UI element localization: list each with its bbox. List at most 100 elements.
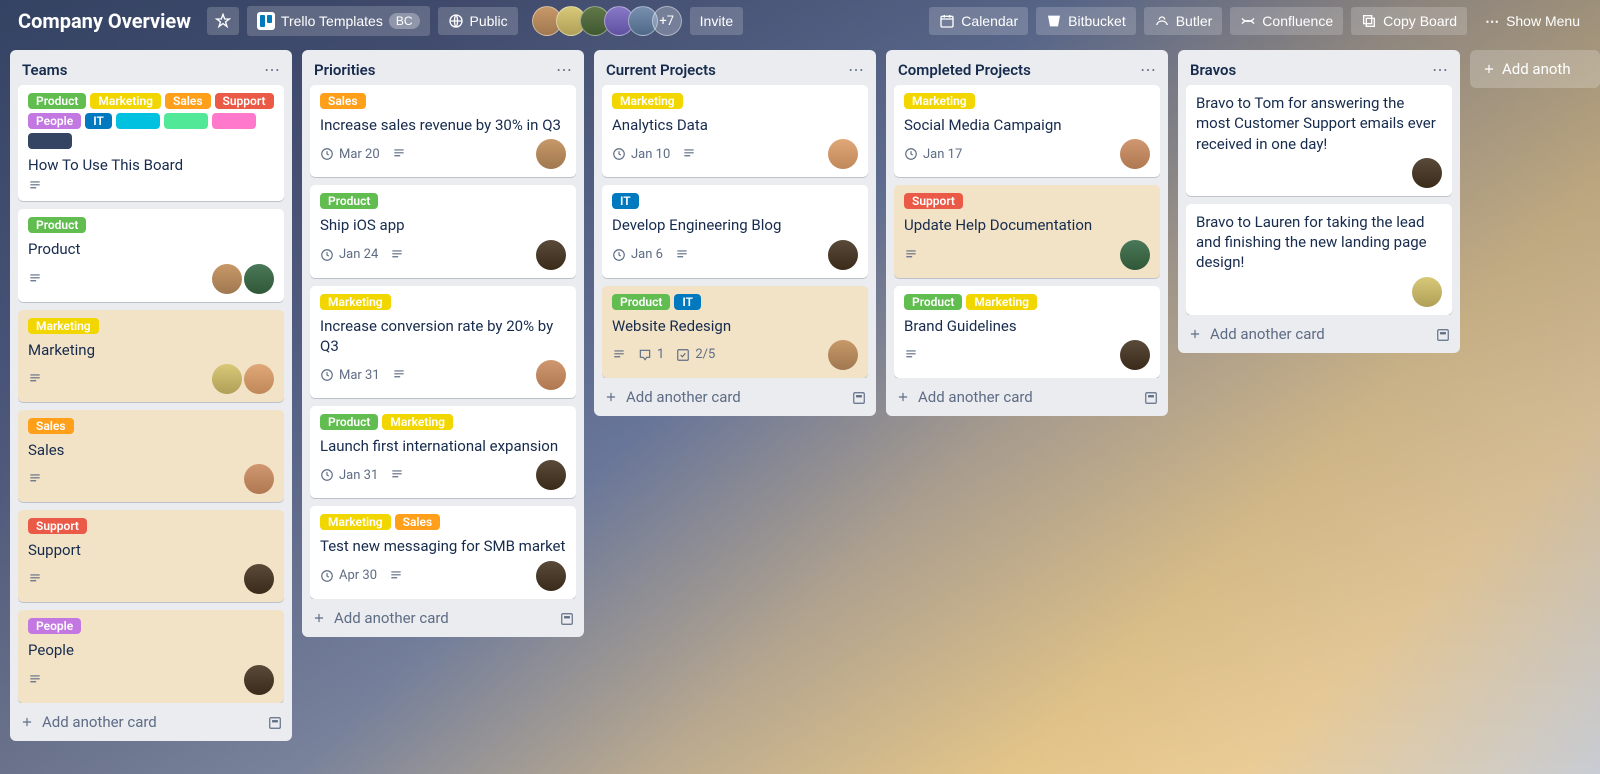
- label[interactable]: Sales: [28, 418, 74, 434]
- label[interactable]: Sales: [165, 93, 211, 109]
- list-title[interactable]: Priorities: [314, 61, 375, 79]
- label[interactable]: Support: [904, 193, 963, 209]
- member-avatar[interactable]: [536, 360, 566, 390]
- card[interactable]: Sales Increase sales revenue by 30% in Q…: [310, 85, 576, 177]
- label[interactable]: Product: [320, 193, 378, 209]
- member-avatar[interactable]: [244, 564, 274, 594]
- member-avatar[interactable]: [1412, 277, 1442, 307]
- card-template-button[interactable]: [268, 713, 282, 731]
- add-card-button[interactable]: Add another card: [1178, 315, 1460, 353]
- add-list-button[interactable]: Add anoth: [1470, 50, 1600, 88]
- member-avatar[interactable]: [244, 464, 274, 494]
- member-avatar[interactable]: [828, 340, 858, 370]
- board-canvas[interactable]: Teams ⋯ ProductMarketingSalesSupportPeop…: [0, 42, 1600, 774]
- label[interactable]: Marketing: [320, 294, 391, 310]
- list-title[interactable]: Completed Projects: [898, 61, 1031, 79]
- star-button[interactable]: [207, 7, 239, 35]
- card[interactable]: Product Ship iOS app Jan 24: [310, 185, 576, 277]
- card[interactable]: MarketingSales Test new messaging for SM…: [310, 506, 576, 598]
- label[interactable]: People: [28, 618, 81, 634]
- card[interactable]: ProductMarketing Launch first internatio…: [310, 406, 576, 498]
- visibility-button[interactable]: Public: [438, 7, 518, 35]
- member-avatar[interactable]: [536, 460, 566, 490]
- label[interactable]: Marketing: [904, 93, 975, 109]
- card-template-button[interactable]: [560, 609, 574, 627]
- label[interactable]: Marketing: [90, 93, 161, 109]
- member-avatar[interactable]: [536, 139, 566, 169]
- list-menu-button[interactable]: ⋯: [1140, 60, 1156, 79]
- label[interactable]: [212, 113, 256, 129]
- label[interactable]: Product: [28, 93, 86, 109]
- invite-button[interactable]: Invite: [690, 7, 743, 35]
- board-title[interactable]: Company Overview: [10, 5, 199, 37]
- card[interactable]: ProductIT Website Redesign 12/5: [602, 286, 868, 378]
- list-menu-button[interactable]: ⋯: [556, 60, 572, 79]
- card[interactable]: Marketing Social Media Campaign Jan 17: [894, 85, 1160, 177]
- label[interactable]: Marketing: [612, 93, 683, 109]
- label[interactable]: Sales: [395, 514, 441, 530]
- member-avatar[interactable]: [536, 561, 566, 591]
- team-button[interactable]: Trello Templates BC: [247, 6, 430, 36]
- bitbucket-button[interactable]: Bitbucket: [1036, 7, 1136, 35]
- label[interactable]: IT: [612, 193, 639, 209]
- list-title[interactable]: Bravos: [1190, 61, 1236, 79]
- member-avatar[interactable]: [212, 364, 242, 394]
- card[interactable]: ProductMarketing Brand Guidelines: [894, 286, 1160, 378]
- confluence-button[interactable]: Confluence: [1230, 7, 1343, 35]
- card-template-button[interactable]: [852, 388, 866, 406]
- copy-board-button[interactable]: Copy Board: [1351, 7, 1467, 35]
- list-title[interactable]: Current Projects: [606, 61, 716, 79]
- card[interactable]: Marketing Increase conversion rate by 20…: [310, 286, 576, 399]
- avatar-more[interactable]: +7: [652, 6, 682, 36]
- card[interactable]: ProductMarketingSalesSupportPeopleIT How…: [18, 85, 284, 201]
- add-card-button[interactable]: Add another card: [10, 703, 292, 741]
- label[interactable]: Marketing: [966, 294, 1037, 310]
- label[interactable]: Support: [28, 518, 87, 534]
- label[interactable]: Product: [28, 217, 86, 233]
- member-avatar[interactable]: [1412, 158, 1442, 188]
- label[interactable]: Marketing: [382, 414, 453, 430]
- card-template-button[interactable]: [1436, 325, 1450, 343]
- card[interactable]: Product Product: [18, 209, 284, 301]
- butler-button[interactable]: Butler: [1144, 7, 1223, 35]
- label[interactable]: People: [28, 113, 81, 129]
- member-avatar[interactable]: [1120, 240, 1150, 270]
- label[interactable]: IT: [674, 294, 701, 310]
- card[interactable]: People People: [18, 610, 284, 702]
- member-avatar[interactable]: [536, 240, 566, 270]
- label[interactable]: Marketing: [320, 514, 391, 530]
- label[interactable]: Marketing: [28, 318, 99, 334]
- member-avatar[interactable]: [244, 364, 274, 394]
- member-avatar[interactable]: [1120, 340, 1150, 370]
- label[interactable]: Sales: [320, 93, 366, 109]
- list-menu-button[interactable]: ⋯: [848, 60, 864, 79]
- card[interactable]: Marketing Analytics Data Jan 10: [602, 85, 868, 177]
- card-template-button[interactable]: [1144, 388, 1158, 406]
- member-avatar[interactable]: [212, 264, 242, 294]
- list-menu-button[interactable]: ⋯: [264, 60, 280, 79]
- show-menu-button[interactable]: ⋯ Show Menu: [1475, 7, 1590, 36]
- label[interactable]: [28, 133, 72, 149]
- add-card-button[interactable]: Add another card: [886, 378, 1168, 416]
- member-avatar[interactable]: [244, 665, 274, 695]
- card[interactable]: Support Update Help Documentation: [894, 185, 1160, 277]
- add-card-button[interactable]: Add another card: [594, 378, 876, 416]
- label[interactable]: [116, 113, 160, 129]
- card[interactable]: Marketing Marketing: [18, 310, 284, 402]
- member-avatar[interactable]: [244, 264, 274, 294]
- label[interactable]: Product: [904, 294, 962, 310]
- label[interactable]: Product: [612, 294, 670, 310]
- label[interactable]: Product: [320, 414, 378, 430]
- card[interactable]: Support Support: [18, 510, 284, 602]
- label[interactable]: Support: [215, 93, 274, 109]
- list-menu-button[interactable]: ⋯: [1432, 60, 1448, 79]
- member-avatar[interactable]: [1120, 139, 1150, 169]
- calendar-button[interactable]: Calendar: [929, 7, 1028, 35]
- add-card-button[interactable]: Add another card: [302, 599, 584, 637]
- card[interactable]: Bravo to Tom for answering the most Cust…: [1186, 85, 1452, 196]
- member-avatar[interactable]: [828, 139, 858, 169]
- label[interactable]: IT: [85, 113, 112, 129]
- list-title[interactable]: Teams: [22, 61, 67, 79]
- label[interactable]: [164, 113, 208, 129]
- member-avatar[interactable]: [828, 240, 858, 270]
